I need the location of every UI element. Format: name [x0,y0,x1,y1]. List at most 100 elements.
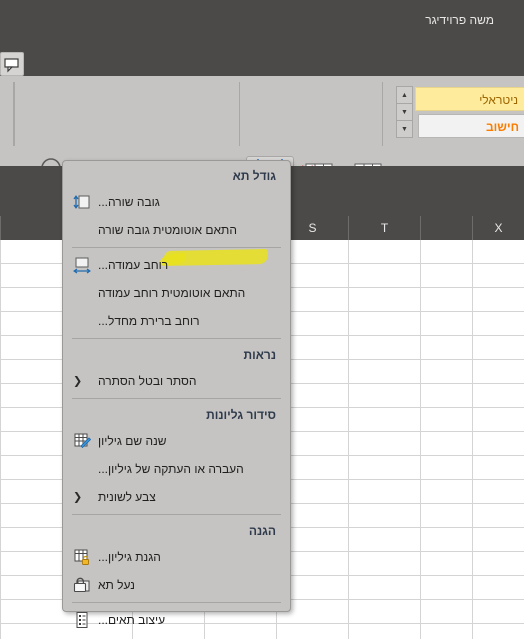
menu-item[interactable]: הגנת גיליון... [63,543,290,571]
menu-item[interactable]: התאם אוטומטית גובה שורה [63,216,290,244]
column-width-icon [73,257,91,274]
grid-cell[interactable] [420,432,472,456]
menu-item[interactable]: עיצוב תאים... [63,606,290,634]
grid-cell[interactable] [420,312,472,336]
grid-cell[interactable] [472,480,524,504]
row-height-icon [73,195,90,209]
format-context-menu[interactable]: גודל תא גובה שורה... התאם אוטומטית גובה שו… [62,160,291,628]
grid-cell[interactable] [472,600,524,624]
column-header[interactable]: X [472,216,524,240]
grid-cell[interactable] [420,360,472,384]
grid-cell[interactable] [420,336,472,360]
column-header[interactable] [420,216,472,240]
grid-cell[interactable] [420,288,472,312]
grid-cell[interactable] [348,384,420,408]
grid-cell[interactable] [420,408,472,432]
scroll-down-icon[interactable]: ▼ [397,104,412,121]
grid-cell[interactable] [420,600,472,624]
menu-section-header: גודל תא [232,169,276,183]
column-header[interactable]: T [348,216,420,240]
protect-sheet-icon [73,548,91,566]
grid-cell[interactable] [472,576,524,600]
menu-item-icon-placeholder [73,312,91,330]
grid-cell[interactable] [472,312,524,336]
grid-cell[interactable] [420,384,472,408]
grid-cell[interactable] [420,624,472,639]
grid-cell[interactable] [420,456,472,480]
menu-item[interactable]: רוחב עמודה... [63,251,290,279]
grid-cell[interactable] [420,240,472,264]
menu-item[interactable]: שנה שם גיליון [63,427,290,455]
grid-cell[interactable] [348,264,420,288]
grid-cell[interactable] [348,288,420,312]
grid-cell[interactable] [472,240,524,264]
ribbon-divider [382,82,383,146]
grid-cell[interactable] [348,360,420,384]
menu-item[interactable]: ❮ הסתר ובטל הסתרה [63,367,290,395]
grid-cell[interactable] [472,504,524,528]
menu-section-header: נראות [243,348,276,362]
grid-cell[interactable] [348,600,420,624]
grid-cell[interactable] [420,504,472,528]
grid-cell[interactable] [472,360,524,384]
menu-item-label: התאם אוטומטית גובה שורה [98,223,237,237]
menu-item-label: רוחב ברירת מחדל... [98,314,200,328]
grid-cell[interactable] [420,552,472,576]
protect-sheet-icon [74,549,89,565]
lock-cell-icon [73,577,90,593]
rename-sheet-icon [74,433,91,449]
menu-item-label: רוחב עמודה... [98,258,169,272]
styles-scrollbar[interactable]: ▲ ▼ ▼ [396,86,413,138]
grid-cell[interactable] [472,624,524,639]
menu-item[interactable]: העברה או העתקה של גיליון... [63,455,290,483]
style-calculation[interactable]: חישוב [418,114,524,138]
grid-cell[interactable] [348,552,420,576]
menu-item-label: גובה שורה... [98,195,160,209]
menu-item[interactable]: התאם אוטומטית רוחב עמודה [63,279,290,307]
grid-cell[interactable] [472,384,524,408]
menu-item[interactable]: ❮ צבע לשונית [63,483,290,511]
grid-cell[interactable] [472,336,524,360]
grid-cell[interactable] [472,288,524,312]
format-cells-dialog-icon [73,611,91,629]
scroll-up-icon[interactable]: ▲ [397,87,412,104]
grid-cell[interactable] [348,504,420,528]
grid-cell[interactable] [348,312,420,336]
menu-item-label: העברה או העתקה של גיליון... [98,462,244,476]
chevron-left-icon: ❮ [73,491,83,504]
menu-item-label: עיצוב תאים... [98,613,166,627]
grid-cell[interactable] [348,456,420,480]
grid-cell[interactable] [472,552,524,576]
grid-cell[interactable] [472,432,524,456]
ribbon-dark-strip [0,46,524,76]
grid-cell[interactable] [472,408,524,432]
grid-cell[interactable] [348,624,420,639]
grid-cell[interactable] [420,480,472,504]
menu-item[interactable]: נעל תא [63,571,290,599]
menu-item-label: צבע לשונית [98,490,156,504]
grid-cell[interactable] [348,432,420,456]
menu-item-label: נעל תא [98,578,135,592]
menu-item[interactable]: רוחב ברירת מחדל... [63,307,290,335]
grid-cell[interactable] [348,336,420,360]
menu-separator [72,247,281,248]
grid-cell[interactable] [348,480,420,504]
menu-item-icon-placeholder [73,284,91,302]
menu-separator [72,514,281,515]
grid-cell[interactable] [472,528,524,552]
grid-cell[interactable] [472,456,524,480]
grid-cell[interactable] [348,528,420,552]
grid-cell[interactable] [420,264,472,288]
grid-cell[interactable] [420,576,472,600]
menu-item[interactable]: גובה שורה... [63,188,290,216]
grid-cell[interactable] [420,528,472,552]
comments-button[interactable] [0,52,24,76]
grid-cell[interactable] [348,408,420,432]
chevron-left-icon: ❮ [73,375,83,388]
grid-cell[interactable] [348,576,420,600]
style-neutral[interactable]: ניטראלי [415,87,524,111]
more-styles-icon[interactable]: ▼ [397,121,412,137]
ribbon-divider [14,82,15,146]
grid-cell[interactable] [348,240,420,264]
grid-cell[interactable] [472,264,524,288]
